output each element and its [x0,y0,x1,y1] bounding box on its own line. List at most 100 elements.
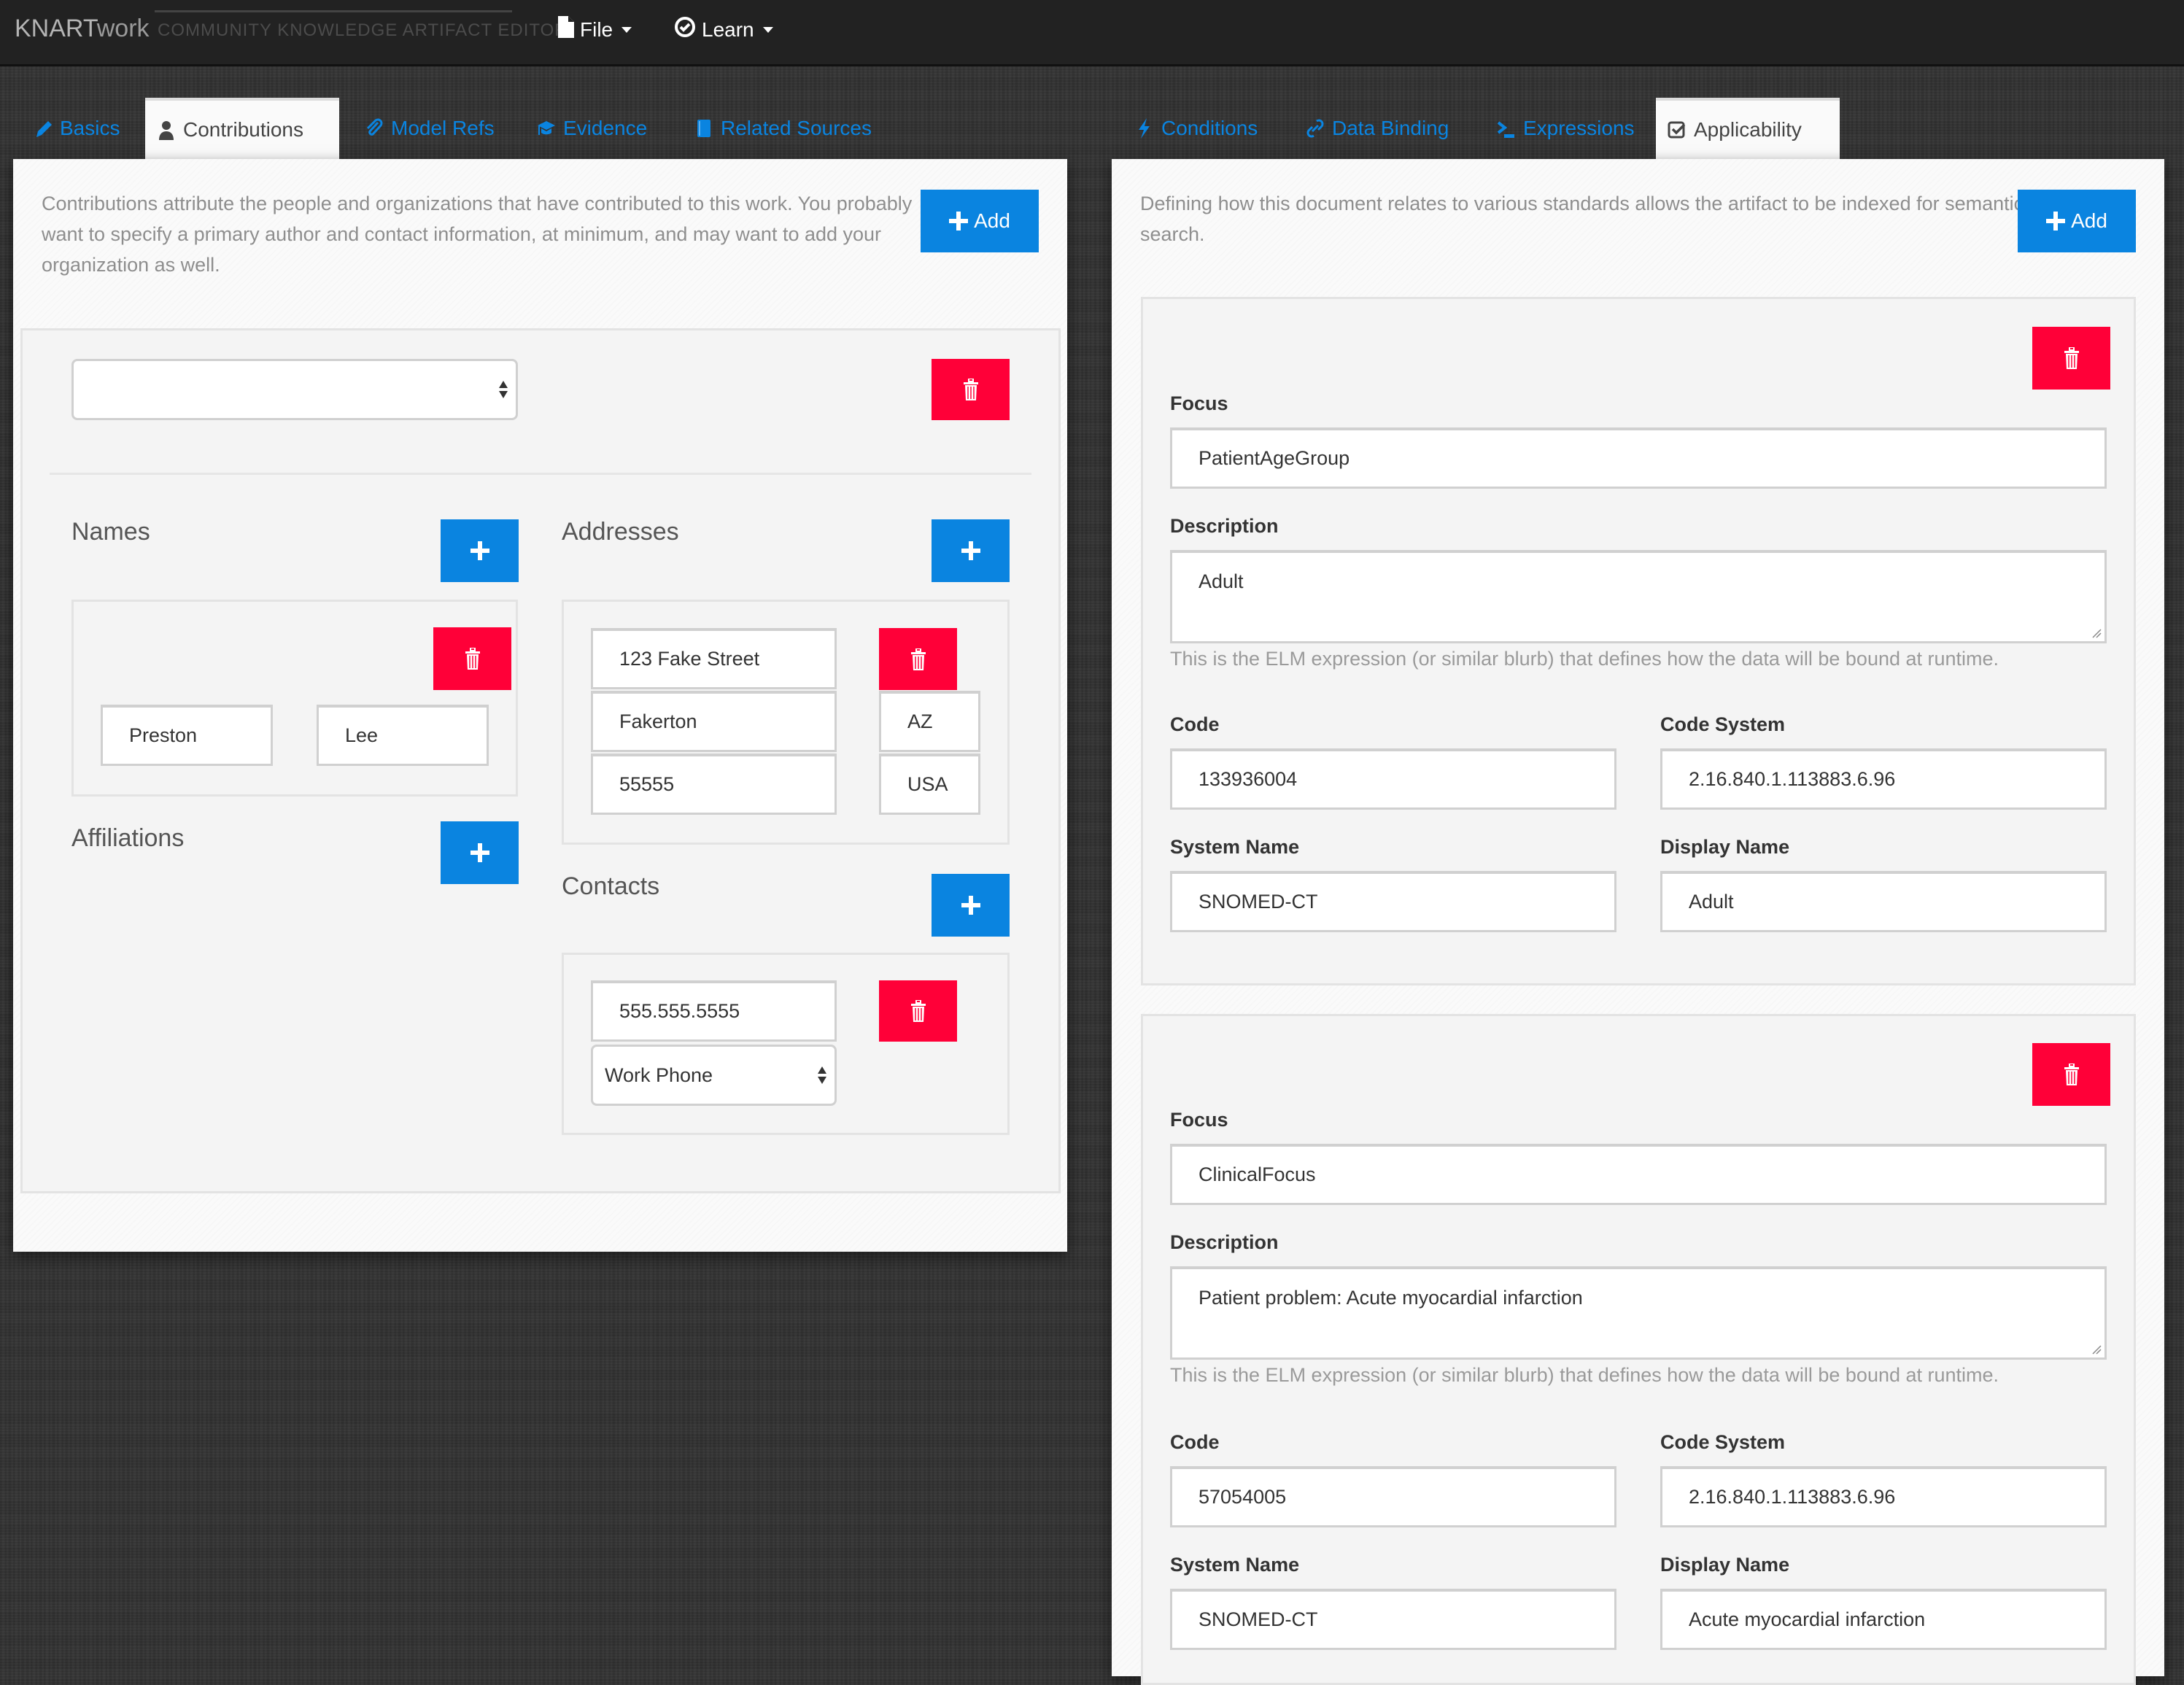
description-textarea[interactable]: Patient problem: Acute myocardial infarc… [1170,1266,2107,1360]
description-help: This is the ELM expression (or similar b… [1170,1364,1999,1386]
delete-contact-button[interactable] [879,980,957,1042]
user-icon [159,121,174,140]
description-value: Patient problem: Acute myocardial infarc… [1199,1287,1583,1309]
app-logo[interactable]: KNARTwork [15,15,150,43]
display-name-input[interactable]: Adult [1660,871,2107,932]
code-system-label: Code System [1660,1431,1786,1453]
paperclip-icon [366,118,383,136]
display-name-label: Display Name [1660,836,1790,858]
street-input[interactable]: 123 Fake Street [591,628,837,689]
caret-down-icon [621,26,632,33]
contribution-type-select[interactable] [71,359,518,420]
country-input[interactable]: USA [879,754,980,815]
tab-evidence[interactable]: Evidence [525,98,659,159]
contact-value-input[interactable]: 555.555.5555 [591,980,837,1042]
tab-model-refs[interactable]: Model Refs [353,98,506,159]
trash-icon [465,648,480,670]
checkbox-icon [1668,121,1686,139]
code-label: Code [1170,713,1220,735]
system-name-input[interactable]: SNOMED-CT [1170,871,1616,932]
delete-applicability-button[interactable] [2032,1043,2110,1106]
system-name-input[interactable]: SNOMED-CT [1170,1589,1616,1650]
file-menu[interactable]: File [558,16,632,43]
learn-menu[interactable]: Learn [674,16,773,43]
check-circle-icon [674,16,696,43]
tab-applicability[interactable]: Applicability [1656,98,1840,159]
last-name-input[interactable]: Lee [317,705,489,766]
tab-data-binding[interactable]: Data Binding [1294,98,1460,159]
file-icon [558,16,574,43]
plus-icon [470,843,489,862]
delete-contribution-button[interactable] [932,359,1010,420]
delete-applicability-button[interactable] [2032,327,2110,390]
trash-icon [2064,1064,2079,1085]
applicability-intro: Defining how this document relates to va… [1140,193,2024,245]
resize-grip-icon[interactable] [2091,1344,2102,1355]
names-title: Names [71,518,150,546]
select-arrows-icon [499,381,508,398]
focus-input[interactable]: ClinicalFocus [1170,1144,2107,1205]
code-system-label: Code System [1660,713,1786,735]
city-input[interactable]: Fakerton [591,691,837,752]
tab-expressions[interactable]: Expressions [1485,98,1646,159]
focus-label: Focus [1170,1109,1228,1131]
trash-icon [910,1000,926,1022]
file-menu-label: File [580,18,613,41]
trash-icon [910,648,926,670]
addresses-title: Addresses [562,518,679,546]
plus-icon [470,541,489,560]
code-label: Code [1170,1431,1220,1453]
book-icon [697,120,710,137]
terminal-icon [1497,121,1514,138]
add-contact-button[interactable] [932,874,1010,937]
focus-label: Focus [1170,392,1228,414]
tab-label: Model Refs [391,117,495,139]
tab-label: Conditions [1161,117,1258,139]
tab-related-sources[interactable]: Related Sources [683,98,883,159]
brand-rule [155,10,512,12]
brand-light: work [96,15,150,42]
tab-label: Data Binding [1332,117,1449,139]
code-system-input[interactable]: 2.16.840.1.113883.6.96 [1660,1466,2107,1527]
description-value: Adult [1199,570,1244,592]
select-value: Work Phone [605,1064,713,1086]
delete-address-button[interactable] [879,628,957,690]
code-input[interactable]: 133936004 [1170,748,1616,810]
state-input[interactable]: AZ [879,691,980,752]
contact-type-select[interactable]: Work Phone [591,1045,837,1106]
add-address-button[interactable] [932,519,1010,582]
tab-conditions[interactable]: Conditions [1123,98,1269,159]
first-name-input[interactable]: Preston [101,705,273,766]
add-affiliation-button[interactable] [441,821,519,884]
add-label: Add [974,209,1010,232]
tab-contributions[interactable]: Contributions [145,98,339,159]
description-textarea[interactable]: Adult [1170,550,2107,643]
tab-label: Basics [60,117,120,139]
caret-down-icon [762,26,773,33]
code-system-input[interactable]: 2.16.840.1.113883.6.96 [1660,748,2107,810]
description-label: Description [1170,1231,1279,1253]
add-name-button[interactable] [441,519,519,582]
system-name-label: System Name [1170,1554,1300,1576]
link-icon [1306,119,1324,138]
bolt-icon [1139,118,1150,139]
resize-grip-icon[interactable] [2091,628,2102,638]
add-applicability-button[interactable]: Add [2018,190,2136,252]
tab-label: Related Sources [721,117,872,139]
add-contribution-button[interactable]: Add [921,190,1039,252]
code-input[interactable]: 57054005 [1170,1466,1616,1527]
add-label: Add [2071,209,2107,232]
pencil-icon [36,121,52,137]
plus-icon [961,896,980,915]
tab-label: Expressions [1523,117,1635,139]
brand-strong: KNART [15,15,97,42]
focus-input[interactable]: PatientAgeGroup [1170,427,2107,489]
postal-code-input[interactable]: 55555 [591,754,837,815]
delete-name-button[interactable] [433,627,511,690]
tab-basics[interactable]: Basics [22,98,131,159]
system-name-label: System Name [1170,836,1300,858]
contributions-intro: Contributions attribute the people and o… [42,193,913,276]
contacts-title: Contacts [562,872,660,900]
display-name-input[interactable]: Acute myocardial infarction [1660,1589,2107,1650]
graduation-cap-icon [538,121,555,135]
